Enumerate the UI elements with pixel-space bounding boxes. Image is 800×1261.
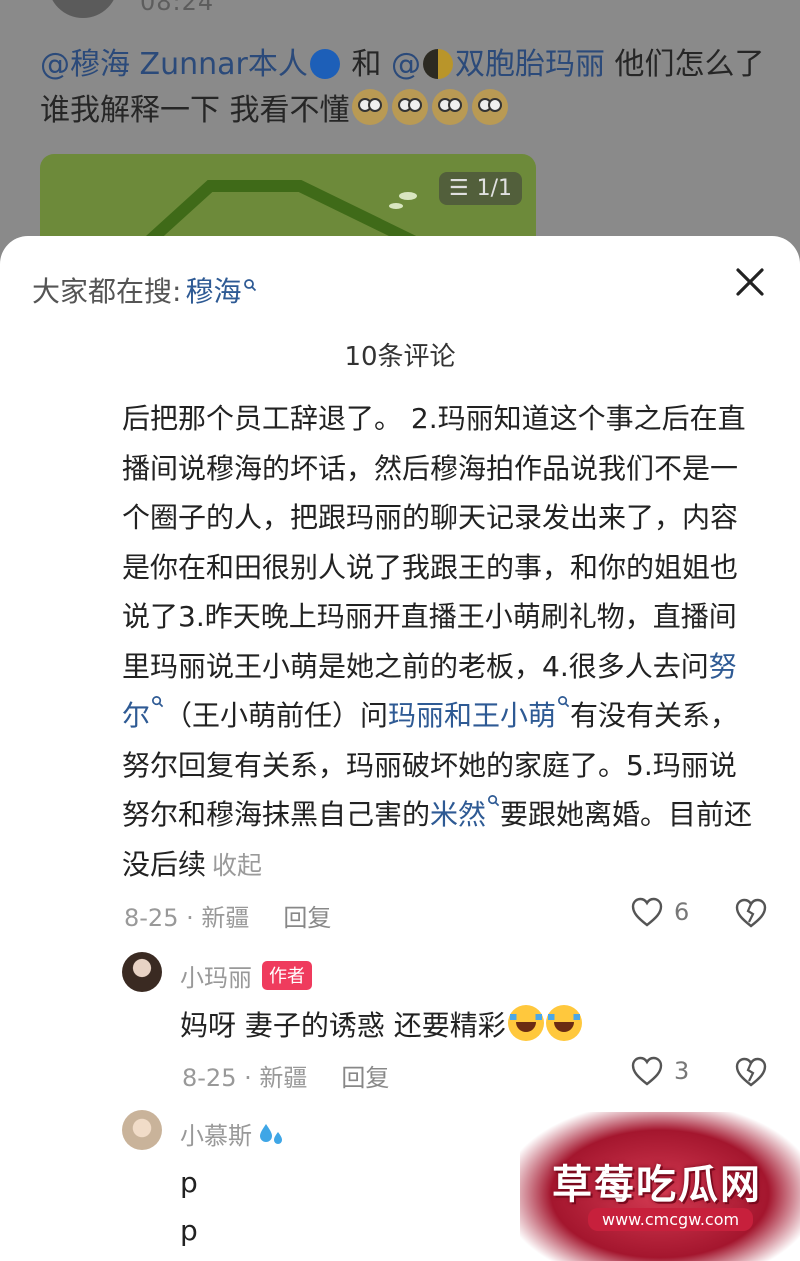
collapse-button[interactable]: 收起 — [212, 851, 262, 880]
broken-heart-icon[interactable] — [734, 897, 768, 929]
post-author-avatar[interactable] — [48, 0, 118, 18]
moon-emoji-icon — [422, 49, 453, 79]
keyword-link-miran[interactable]: 米然 — [430, 798, 486, 831]
like-button[interactable]: 3 — [630, 1055, 689, 1087]
flushed-face-emoji-icon — [351, 89, 388, 125]
search-small-icon — [558, 696, 570, 708]
broken-heart-icon[interactable] — [734, 1056, 768, 1088]
sweat-droplets-emoji-icon — [260, 1123, 282, 1144]
search-small-icon — [152, 696, 164, 708]
reply-button[interactable]: 回复 — [341, 1058, 389, 1093]
flushed-face-emoji-icon — [471, 89, 508, 125]
comment-segment: 后把那个员工辞退了。 2.玛丽知道这个事之后在直播间说穆海的坏话，然后穆海拍作品… — [122, 402, 746, 683]
like-count: 3 — [674, 1057, 690, 1085]
search-hint: 大家都在搜: 穆海 — [32, 270, 257, 310]
heart-outline-icon — [631, 1056, 663, 1086]
close-icon[interactable] — [730, 262, 770, 302]
like-button[interactable]: 6 — [630, 896, 689, 928]
comment-count-title: 10条评论 — [344, 342, 456, 372]
laughing-crying-emoji-icon — [507, 1005, 544, 1041]
image-counter-text: 1/1 — [476, 176, 512, 201]
username-text[interactable]: 小玛丽 — [180, 958, 252, 993]
username-text[interactable]: 小慕斯 — [180, 1116, 252, 1151]
reply-text: p — [180, 1166, 198, 1199]
flushed-face-emoji-icon — [391, 89, 428, 125]
mention-munhai[interactable]: @穆海 Zunnar本人 — [40, 47, 308, 82]
mention-twins-mary[interactable]: 双胞胎玛丽 — [455, 47, 605, 82]
laughing-crying-emoji-icon — [545, 1005, 582, 1041]
keyword-link-mary-wang[interactable]: 玛丽和王小萌 — [388, 699, 556, 732]
comment-meta: 8-25 · 新疆 回复 — [124, 898, 331, 933]
search-small-icon — [488, 795, 500, 807]
comment-sheet: 大家都在搜: 穆海 10条评论 后把那个员工辞退了。 2.玛丽知道这个事之后在直… — [0, 236, 800, 1261]
comment-segment: （王小萌前任）问 — [164, 699, 389, 732]
post-text: @穆海 Zunnar本人 和 @ 双胞胎玛丽 他们怎么了 谁我解释一下 我看不懂 — [40, 42, 770, 134]
avatar[interactable] — [122, 952, 162, 992]
post-text-and: 和 — [351, 47, 382, 82]
heart-outline-icon — [631, 897, 663, 927]
post-time: 08:24 — [140, 0, 215, 16]
blue-circle-emoji-icon — [309, 49, 340, 79]
search-hint-label: 大家都在搜: — [32, 275, 182, 308]
avatar[interactable] — [122, 1110, 162, 1150]
search-hint-keyword[interactable]: 穆海 — [185, 270, 241, 310]
comment-date-location: 8-25 · 新疆 — [124, 904, 250, 932]
like-count: 6 — [674, 898, 690, 926]
mention-prefix[interactable]: @ — [391, 47, 421, 82]
reply-text: 妈呀 妻子的诱惑 还要精彩 — [180, 1004, 582, 1044]
author-badge: 作者 — [262, 961, 312, 990]
reply-date-location: 8-25 · 新疆 — [182, 1064, 308, 1092]
reply-username: 小玛丽 作者 — [180, 958, 312, 993]
reply-text-content: 妈呀 妻子的诱惑 还要精彩 — [180, 1009, 506, 1042]
flushed-face-emoji-icon — [431, 89, 468, 125]
reply-meta: 8-25 · 新疆 回复 — [182, 1058, 389, 1093]
watermark-url: www.cmcgw.com — [588, 1208, 754, 1231]
comment-text: 后把那个员工辞退了。 2.玛丽知道这个事之后在直播间说穆海的坏话，然后穆海拍作品… — [122, 394, 762, 890]
watermark-title: 草莓吃瓜网 — [552, 1162, 762, 1208]
image-page-counter: ☰ 1/1 — [438, 172, 522, 205]
search-small-icon — [244, 279, 257, 292]
reply-button[interactable]: 回复 — [283, 898, 331, 933]
reply-username: 小慕斯 — [180, 1116, 286, 1151]
gallery-icon: ☰ — [448, 176, 469, 201]
reply-text: p — [180, 1214, 198, 1247]
